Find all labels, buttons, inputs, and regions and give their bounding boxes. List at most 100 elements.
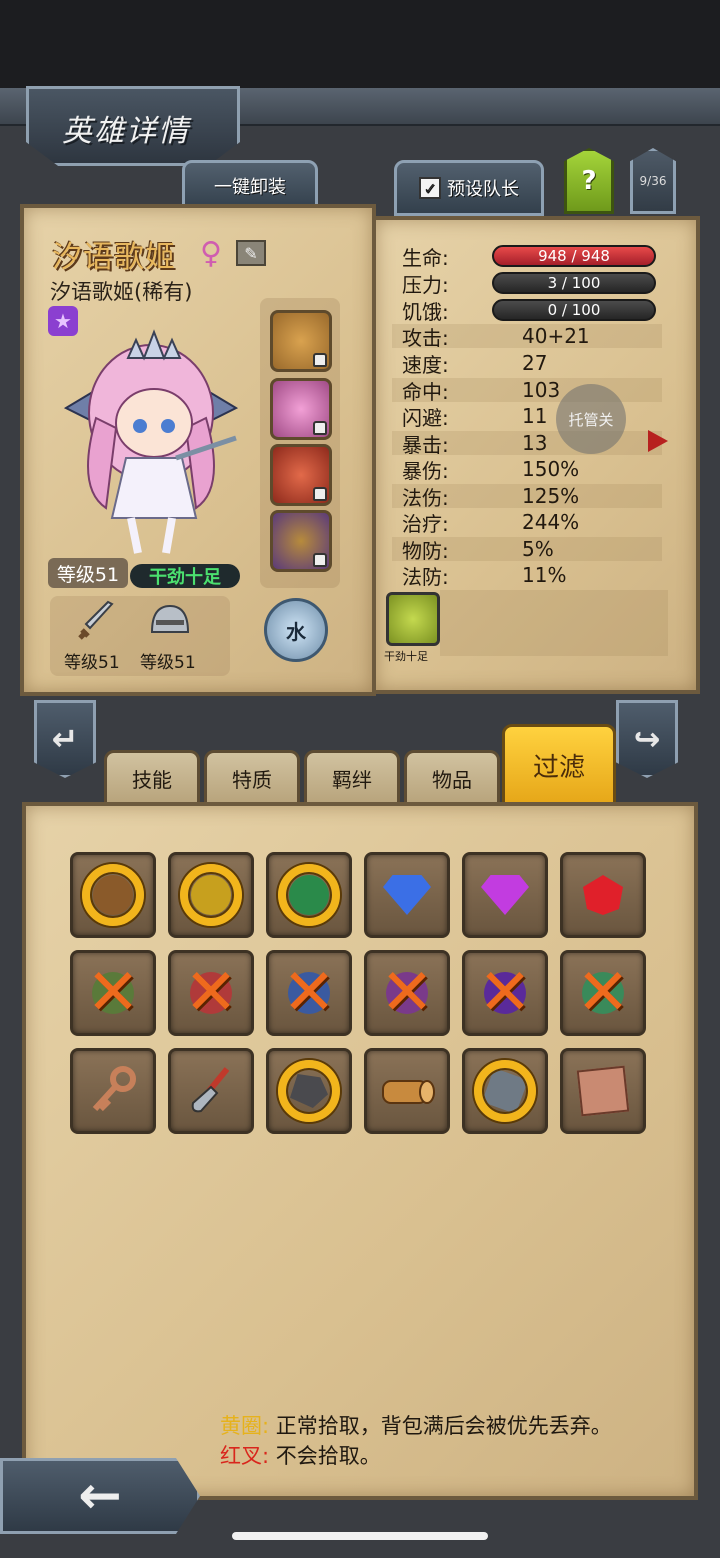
ring-icon bbox=[278, 864, 340, 926]
cross-icon: ✕ bbox=[478, 956, 532, 1030]
tab-items[interactable]: 物品 bbox=[404, 750, 500, 806]
stat-value: 11% bbox=[522, 563, 567, 587]
stat-row: 攻击: 40+21 bbox=[392, 324, 662, 350]
ring-icon bbox=[180, 864, 242, 926]
hero-portrait[interactable] bbox=[56, 318, 246, 558]
stat-row-stress: 压力: 3 / 100 bbox=[392, 271, 662, 297]
filter-slot-iron[interactable] bbox=[462, 1048, 548, 1134]
legend-yellow-circle: 黄圈: 正常拾取，背包满后会被优先丢弃。 bbox=[220, 1410, 612, 1440]
tab-traits[interactable]: 特质 bbox=[204, 750, 300, 806]
filter-slot-wood[interactable] bbox=[364, 1048, 450, 1134]
filter-slot-ore[interactable] bbox=[266, 1048, 352, 1134]
stat-label: 治疗: bbox=[402, 511, 449, 536]
cross-icon: ✕ bbox=[380, 956, 434, 1030]
filter-slot-hide[interactable] bbox=[560, 1048, 646, 1134]
stat-value: 27 bbox=[522, 351, 548, 375]
helmet-icon[interactable] bbox=[146, 598, 194, 646]
stat-label: 闪避: bbox=[402, 405, 449, 430]
next-page-arrow-icon[interactable] bbox=[648, 430, 668, 452]
top-bar bbox=[0, 0, 720, 90]
stat-row: 暴伤: 150% bbox=[392, 457, 662, 483]
stat-value: 5% bbox=[522, 537, 554, 561]
filter-slot-excluded[interactable]: ✕ bbox=[364, 950, 450, 1036]
filter-slot-bag[interactable] bbox=[70, 852, 156, 938]
stat-value: 103 bbox=[522, 378, 561, 402]
stat-row: 速度: 27 bbox=[392, 351, 662, 377]
tab-filter[interactable]: 过滤 bbox=[502, 724, 616, 806]
legend-text: 正常拾取，背包满后会被优先丢弃。 bbox=[275, 1414, 612, 1438]
stat-value: 40+21 bbox=[522, 324, 590, 348]
filter-slot-green-orb[interactable] bbox=[266, 852, 352, 938]
sword-icon[interactable] bbox=[72, 598, 120, 646]
hero-subname: 汐语歌姬(稀有) bbox=[50, 280, 193, 304]
help-button[interactable]: ? bbox=[564, 148, 614, 214]
stat-label: 饥饿: bbox=[402, 299, 449, 324]
back-button[interactable]: ← bbox=[0, 1458, 200, 1534]
stat-row: 物防: 5% bbox=[392, 537, 662, 563]
stat-value: 11 bbox=[522, 404, 548, 428]
trait-energetic-icon[interactable] bbox=[386, 592, 440, 646]
legend-red-cross: 红叉: 不会拾取。 bbox=[220, 1440, 381, 1470]
stat-label: 压力: bbox=[402, 272, 449, 297]
filter-slot-excluded[interactable]: ✕ bbox=[168, 950, 254, 1036]
stat-row-hunger: 饥饿: 0 / 100 bbox=[392, 298, 662, 324]
filter-slot-purple-gem[interactable] bbox=[462, 852, 548, 938]
home-indicator[interactable] bbox=[232, 1532, 488, 1540]
stat-row-hp: 生命: 948 / 948 bbox=[392, 244, 662, 270]
log-icon bbox=[382, 1080, 435, 1104]
stat-value: 150% bbox=[522, 457, 580, 481]
legend-text: 不会拾取。 bbox=[275, 1444, 381, 1468]
filter-slot-excluded[interactable]: ✕ bbox=[560, 950, 646, 1036]
tab-bonds[interactable]: 羁绊 bbox=[304, 750, 400, 806]
edit-name-icon[interactable]: ✎ bbox=[236, 240, 266, 266]
stat-row: 法防: 11% bbox=[392, 563, 662, 589]
equip-slot-hat[interactable] bbox=[270, 444, 332, 506]
filter-slot-excluded[interactable]: ✕ bbox=[70, 950, 156, 1036]
preset-leader-label: 预设队长 bbox=[447, 179, 519, 200]
next-hero-button[interactable]: ↪ bbox=[616, 700, 678, 778]
blue-gem-icon bbox=[383, 875, 431, 915]
trait-area bbox=[440, 590, 668, 656]
stat-label: 暴击: bbox=[402, 432, 449, 457]
hunger-bar: 0 / 100 bbox=[492, 299, 656, 321]
shovel-icon bbox=[191, 1067, 230, 1113]
cross-icon: ✕ bbox=[282, 956, 336, 1030]
filter-slot-excluded[interactable]: ✕ bbox=[462, 950, 548, 1036]
preset-leader-toggle[interactable]: ✓ 预设队长 bbox=[394, 160, 544, 216]
lock-icon bbox=[313, 353, 327, 367]
filter-slot-key[interactable] bbox=[70, 1048, 156, 1134]
stat-label: 法伤: bbox=[402, 485, 449, 510]
equip-slot-backpack[interactable] bbox=[270, 510, 332, 572]
stat-value: 125% bbox=[522, 484, 580, 508]
stat-row: 治疗: 244% bbox=[392, 510, 662, 536]
stat-label: 物防: bbox=[402, 538, 449, 563]
ring-icon bbox=[474, 1060, 536, 1122]
tab-skills[interactable]: 技能 bbox=[104, 750, 200, 806]
hero-level: 等级51 bbox=[48, 558, 128, 588]
stat-row: 命中: 103 bbox=[392, 378, 662, 404]
stat-label: 法防: bbox=[402, 564, 449, 589]
key-icon bbox=[92, 1066, 136, 1112]
stat-label: 生命: bbox=[402, 245, 449, 270]
filter-slot-red-gem[interactable] bbox=[560, 852, 646, 938]
stat-value: 13 bbox=[522, 431, 548, 455]
cross-icon: ✕ bbox=[576, 956, 630, 1030]
equip-slot-pouch[interactable] bbox=[270, 378, 332, 440]
female-icon: ♀ bbox=[200, 236, 222, 271]
autopilot-toggle[interactable]: 托管关 bbox=[556, 384, 626, 454]
weapon-level: 等级51 bbox=[64, 653, 120, 673]
equip-slot-bag[interactable] bbox=[270, 310, 332, 372]
filter-slot-shovel[interactable] bbox=[168, 1048, 254, 1134]
stat-label: 速度: bbox=[402, 352, 449, 377]
cross-icon: ✕ bbox=[184, 956, 238, 1030]
filter-slot-excluded[interactable]: ✕ bbox=[266, 950, 352, 1036]
trait-caption: 干劲十足 bbox=[384, 650, 428, 663]
red-gem-icon bbox=[583, 875, 623, 915]
legend-key: 黄圈: bbox=[220, 1414, 270, 1438]
checkbox-icon[interactable]: ✓ bbox=[419, 177, 441, 199]
stat-row: 法伤: 125% bbox=[392, 484, 662, 510]
prev-hero-button[interactable]: ↵ bbox=[34, 700, 96, 778]
filter-slot-gold-orb[interactable] bbox=[168, 852, 254, 938]
stat-label: 暴伤: bbox=[402, 458, 449, 483]
filter-slot-blue-gem[interactable] bbox=[364, 852, 450, 938]
